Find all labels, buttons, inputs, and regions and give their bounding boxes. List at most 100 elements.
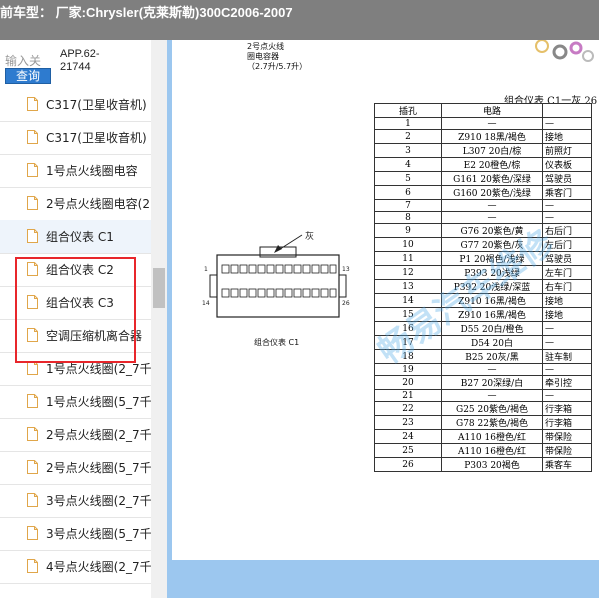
scrollbar-thumb[interactable] [153,268,165,308]
table-row: 9 G76 20紫色/黄 右后门 [374,223,592,238]
col-header-function [542,103,592,118]
list-item-label: 2号点火线圈(5_7千 [46,461,151,475]
file-icon [27,460,38,474]
function-cell: — [542,211,592,224]
pin-cell: 6 [374,185,442,200]
circuit-cell: G161 20紫色/深绿 [441,171,543,186]
app-code-line2: 21744 [60,61,91,73]
function-cell: 牵引控 [542,375,592,390]
function-cell: 前照灯 [542,143,592,158]
list-item-label: 1号点火线圈(5_7千 [46,395,151,409]
vehicle-title: 前车型： 厂家:Chrysler(克莱斯勒)300C2006-2007 [0,5,293,20]
pin-label-left-top: 1 [204,266,208,273]
list-item[interactable]: 2号点火线圈电容(2 [0,187,151,221]
file-icon [27,130,38,144]
circuit-cell: Z910 18黑/褐色 [441,129,543,144]
file-icon [27,427,38,441]
connector-diagram: 灰 1 13 14 26 [202,230,350,318]
search-input[interactable]: 输入关 [5,52,41,69]
table-header-row: 插孔 电路 [374,103,592,118]
sidebar-scrollbar[interactable] [151,40,167,598]
table-row: 4 E2 20橙色/棕 仪表板 [374,157,592,172]
function-cell: 接地 [542,293,592,308]
table-row: 26 P303 20褐色 乘客车 [374,457,592,472]
list-item[interactable]: C317(卫星收音机) [0,88,151,122]
app-code: APP.62- 21744 [60,48,100,74]
list-item[interactable]: 组合仪表 C1 [0,220,151,254]
pin-cell: 22 [374,401,442,416]
pin-cell: 2 [374,129,442,144]
circuit-cell: A110 16橙色/红 [441,429,543,444]
list-item-label: 1号点火线圈电容 [46,164,138,178]
circuit-cell: L307 20白/棕 [441,143,543,158]
list-item[interactable]: 2号点火线圈(5_7千 [0,451,151,485]
app-code-line1: APP.62- [60,48,100,60]
selection-highlight-box [15,257,136,363]
list-item[interactable]: C317(卫星收音机) [0,121,151,155]
pin-label-right-bottom: 26 [342,300,350,307]
pin-cell: 25 [374,443,442,458]
caption-line: 圈电容器 [247,52,279,61]
circuit-cell: — [441,199,543,212]
function-cell: — [542,117,592,130]
circuit-cell: B25 20灰/黑 [441,349,543,364]
function-cell: 驾驶员 [542,171,592,186]
file-icon [27,361,38,375]
table-row: 24 A110 16橙色/红 带保险 [374,429,592,444]
function-cell: 行李箱 [542,415,592,430]
list-item[interactable]: 3号点火线圈(2_7千 [0,484,151,518]
circuit-cell: D54 20白 [441,335,543,350]
table-row: 25 A110 16橙色/红 带保险 [374,443,592,458]
col-header-pin: 插孔 [374,103,442,118]
list-item-label: 组合仪表 C1 [46,230,114,244]
function-cell: — [542,321,592,336]
table-row: 22 G25 20紫色/褐色 行李箱 [374,401,592,416]
table-row: 10 G77 20紫色/灰 左后门 [374,237,592,252]
function-cell: 仪表板 [542,157,592,172]
wiring-page: 2号点火线 圈电容器 （2.7升/5.7升） 灰 1 13 14 26 组合仪表… [172,40,599,560]
pin-cell: 11 [374,251,442,266]
table-row: 5 G161 20紫色/深绿 驾驶员 [374,171,592,186]
list-item-label: 3号点火线圈(2_7千 [46,494,151,508]
circuit-cell: G78 22紫色/褐色 [441,415,543,430]
function-cell: 接地 [542,307,592,322]
circuit-cell: P303 20褐色 [441,457,543,472]
pin-cell: 23 [374,415,442,430]
file-icon [27,526,38,540]
list-item[interactable]: 2号点火线圈(2_7千 [0,418,151,452]
pin-cell: 26 [374,457,442,472]
pin-cell: 9 [374,223,442,238]
left-panel: 输入关 查询 APP.62- 21744 C317(卫星收音机) C317(卫星… [0,40,167,598]
list-item-label: 2号点火线圈(2_7千 [46,428,151,442]
document-viewer: 2号点火线 圈电容器 （2.7升/5.7升） 灰 1 13 14 26 组合仪表… [167,40,599,598]
table-row: 20 B27 20深绿/白 牵引控 [374,375,592,390]
title-bar: 前车型： 厂家:Chrysler(克莱斯勒)300C2006-2007 [0,0,599,40]
pin-cell: 8 [374,211,442,224]
table-row: 1— — [374,117,592,130]
list-item-label: C317(卫星收音机) [46,131,147,145]
function-cell: 乘客门 [542,185,592,200]
list-item[interactable]: 4号点火线圈(2_7千 [0,550,151,584]
function-cell: 行李箱 [542,401,592,416]
function-cell: — [542,335,592,350]
table-row: 6 G160 20紫色/浅绿 乘客门 [374,185,592,200]
search-area: 输入关 查询 APP.62- 21744 [0,40,167,88]
circuit-cell: A110 16橙色/红 [441,443,543,458]
circuit-cell: E2 20橙色/棕 [441,157,543,172]
list-item-label: C317(卫星收音机) [46,98,147,112]
table-row: 3 L307 20白/棕 前照灯 [374,143,592,158]
list-item[interactable]: 1号点火线圈(5_7千 [0,385,151,419]
table-row: 23 G78 22紫色/褐色 行李箱 [374,415,592,430]
function-cell: 右后门 [542,223,592,238]
viewer-bottom-area [172,560,599,598]
file-icon [27,97,38,111]
table-row: 19— — [374,363,592,376]
list-item[interactable]: 1号点火线圈电容 [0,154,151,188]
pin-cell: 21 [374,389,442,402]
list-item[interactable]: 3号点火线圈(5_7千 [0,517,151,551]
pin-cell: 24 [374,429,442,444]
list-item-label: 3号点火线圈(5_7千 [46,527,151,541]
component-caption: 2号点火线 圈电容器 （2.7升/5.7升） [247,42,307,72]
search-button[interactable]: 查询 [5,68,51,84]
pin-label-right-top: 13 [342,266,350,273]
